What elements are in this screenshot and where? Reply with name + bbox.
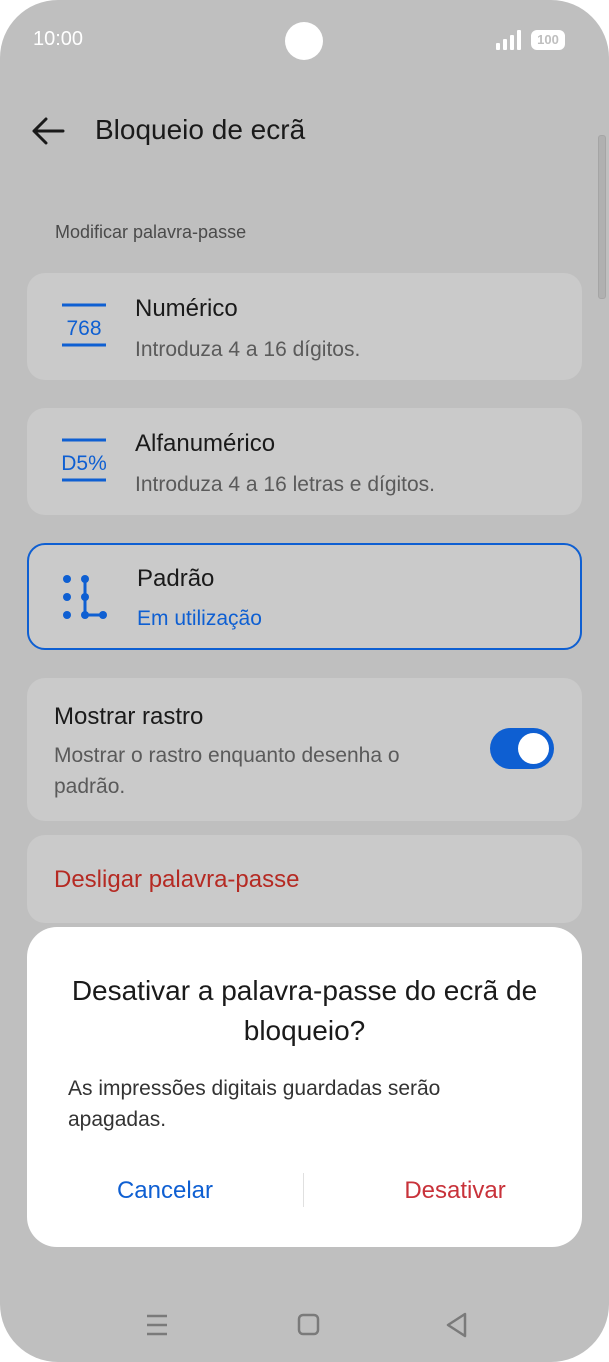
disable-button[interactable]: Desativar	[339, 1174, 571, 1208]
phone-screen: 10:00 100 Bloqueio de ecrã Modificar pal…	[0, 0, 609, 1362]
alphanumeric-icon-label: D5%	[61, 452, 107, 475]
dialog-message: As impressões digitais guardadas serão a…	[68, 1077, 441, 1131]
battery-icon: 100	[531, 30, 565, 50]
show-trail-title: Mostrar rastro	[54, 703, 204, 730]
back-arrow-icon[interactable]	[30, 114, 66, 148]
option-status: Em utilização	[137, 607, 262, 630]
alphanumeric-icon: D5%	[61, 438, 107, 482]
button-divider	[303, 1173, 304, 1207]
pattern-icon	[63, 575, 107, 619]
status-time: 10:00	[33, 28, 84, 50]
option-title: Padrão	[137, 565, 215, 592]
disable-password-item[interactable]: Desligar palavra-passe	[27, 835, 582, 923]
option-title: Alfanumérico	[135, 430, 276, 457]
option-alphanumeric[interactable]: D5% Alfanumérico Introduza 4 a 16 letras…	[27, 408, 582, 515]
cancel-button[interactable]: Cancelar	[67, 1174, 263, 1208]
scrollbar[interactable]	[598, 135, 606, 299]
back-triangle-icon[interactable]	[444, 1308, 470, 1342]
numeric-icon: 768	[62, 303, 106, 347]
confirm-dialog: Desativar a palavra-passe do ecrã de blo…	[27, 927, 582, 1247]
section-label: Modificar palavra-passe	[55, 222, 247, 242]
option-pattern[interactable]: Padrão Em utilização	[27, 543, 582, 650]
option-subtitle: Introduza 4 a 16 letras e dígitos.	[135, 473, 436, 496]
signal-icon	[496, 30, 521, 50]
camera-cutout	[285, 22, 323, 60]
page-title: Bloqueio de ecrã	[95, 114, 306, 145]
option-title: Numérico	[135, 295, 238, 322]
disable-password-label: Desligar palavra-passe	[54, 866, 300, 893]
home-icon[interactable]	[296, 1308, 322, 1342]
show-trail-description: Mostrar o rastro enquanto desenha o padr…	[54, 744, 400, 798]
option-numeric[interactable]: 768 Numérico Introduza 4 a 16 dígitos.	[27, 273, 582, 380]
show-trail-setting[interactable]: Mostrar rastro Mostrar o rastro enquanto…	[27, 678, 582, 821]
option-subtitle: Introduza 4 a 16 dígitos.	[135, 338, 361, 361]
dialog-title: Desativar a palavra-passe do ecrã de blo…	[71, 975, 538, 1046]
numeric-icon-label: 768	[66, 317, 101, 340]
toggle-knob	[518, 733, 549, 764]
show-trail-toggle[interactable]	[490, 728, 554, 769]
menu-icon[interactable]	[144, 1308, 170, 1342]
